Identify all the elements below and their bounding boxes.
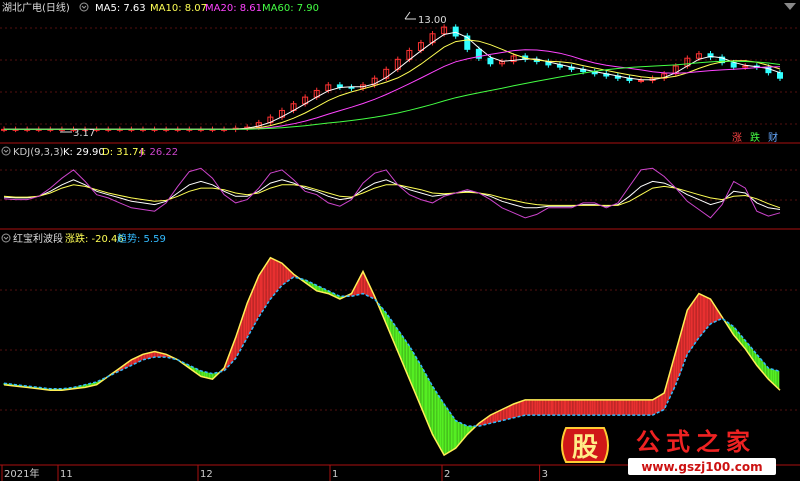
high-marker-tick — [404, 11, 411, 20]
x-axis-label: 12 — [200, 469, 213, 480]
watermark-logo-char: 股 — [572, 433, 598, 463]
ma-line-ma20 — [4, 49, 781, 130]
low-marker-label: 3.17 — [73, 128, 95, 139]
price-gridlines — [0, 27, 800, 125]
kdj-j-label: J: 26.22 — [139, 147, 178, 158]
ma10-label: MA10: 8.07 — [150, 3, 207, 14]
candle-body — [638, 79, 645, 82]
watermark-url: www.gszj100.com — [641, 460, 762, 474]
chart-canvas: 湖北广电(日线) MA5: 7.63 MA10: 8.07 MA20: 8.61… — [0, 1, 800, 481]
wave-title: 红宝利波段 — [13, 232, 63, 245]
watermark: 股 公式之家 www.gszj100.com — [561, 427, 776, 475]
candle-body — [487, 57, 494, 65]
candle-body — [452, 26, 459, 37]
kdj-panel — [3, 167, 781, 219]
kdj-line-d — [3, 184, 781, 209]
x-axis-label: 2 — [444, 469, 450, 480]
kdj-line-j — [3, 167, 781, 219]
high-marker-label: 13.00 — [418, 15, 447, 26]
kdj-title: KDJ(9,3,3) — [13, 147, 64, 158]
ma-line-ma5 — [4, 31, 781, 130]
wave-panel — [3, 256, 781, 457]
stock-title: 湖北广电(日线) — [2, 1, 70, 14]
side-button-finance[interactable]: 财 — [768, 131, 778, 144]
watermark-text: 公式之家 — [636, 428, 756, 456]
wave-collapse-icon[interactable] — [1, 233, 11, 243]
x-axis-label: 11 — [60, 469, 73, 480]
x-axis-label: 1 — [332, 469, 338, 480]
collapse-icon[interactable] — [79, 2, 89, 12]
price-panel — [1, 24, 783, 133]
side-button-up[interactable]: 涨 — [732, 132, 742, 144]
candle-body — [730, 62, 737, 68]
wave-rise-line — [3, 256, 781, 457]
ma20-label: MA20: 8.61 — [205, 3, 262, 14]
candle-body — [777, 72, 783, 79]
candle-body — [336, 84, 343, 88]
wave-trend-label: 趋势: 5.59 — [117, 232, 166, 245]
kdj-collapse-icon[interactable] — [1, 146, 11, 156]
x-axis-label: 3 — [542, 469, 548, 480]
kdj-d-label: D: 31.74 — [102, 147, 145, 158]
kdj-k-label: K: 29.90 — [63, 147, 105, 158]
ma60-label: MA60: 7.90 — [262, 3, 319, 14]
x-axis: 2021年 11 12 1 2 3 — [1, 465, 548, 481]
ma5-label: MA5: 7.63 — [95, 3, 146, 14]
corner-menu-icon[interactable] — [784, 3, 796, 10]
ma-line-ma10 — [4, 39, 781, 130]
kdj-line-k — [3, 179, 781, 210]
side-button-down[interactable]: 跌 — [750, 131, 760, 144]
wave-rise-label: 涨跌: -20.46 — [65, 232, 124, 245]
ma-line-ma60 — [4, 60, 781, 130]
x-axis-label: 2021年 — [4, 467, 39, 480]
